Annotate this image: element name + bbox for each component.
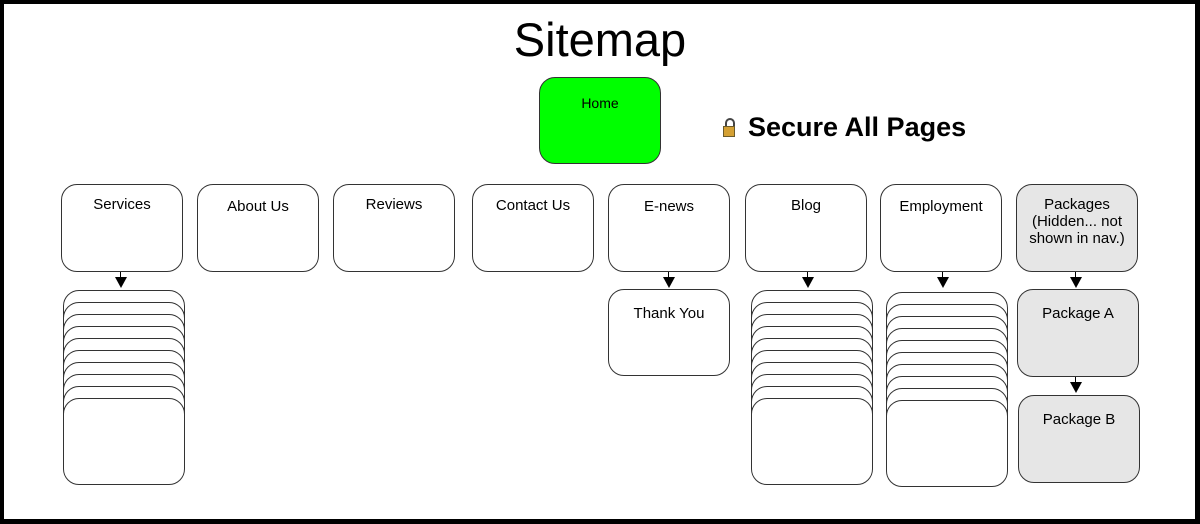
node-about-us[interactable]: About Us xyxy=(197,184,319,272)
node-label: Packages (Hidden... not shown in nav.) xyxy=(1017,185,1137,247)
page-title: Sitemap xyxy=(513,13,687,66)
node-services[interactable]: Services xyxy=(61,184,183,272)
services-child-page-card[interactable] xyxy=(63,398,185,485)
node-employment[interactable]: Employment xyxy=(880,184,1002,272)
node-label: Services xyxy=(93,196,151,213)
node-contact-us[interactable]: Contact Us xyxy=(472,184,594,272)
node-label-line: (Hidden... not xyxy=(1031,213,1123,230)
blog-child-page-card[interactable] xyxy=(751,398,873,485)
node-packages-hidden[interactable]: Packages (Hidden... not shown in nav.) xyxy=(1016,184,1138,272)
node-label: Blog xyxy=(790,197,822,214)
node-thank-you[interactable]: Thank You xyxy=(608,289,730,376)
node-blog[interactable]: Blog xyxy=(745,184,867,272)
employment-child-page-card[interactable] xyxy=(886,400,1008,487)
arrow-down-icon xyxy=(1070,272,1082,290)
arrow-down-icon xyxy=(802,272,814,290)
node-label: Thank You xyxy=(633,305,705,322)
node-label: Package A xyxy=(1042,305,1114,322)
node-label: E-news xyxy=(643,198,695,215)
node-label: Employment xyxy=(899,198,983,215)
node-label-line: Packages xyxy=(1044,196,1110,213)
node-label: Home xyxy=(581,95,619,111)
node-e-news[interactable]: E-news xyxy=(608,184,730,272)
node-label-line: shown in nav.) xyxy=(1029,230,1125,247)
node-label: About Us xyxy=(227,198,289,215)
arrow-down-icon xyxy=(115,272,127,290)
node-reviews[interactable]: Reviews xyxy=(333,184,455,272)
arrow-down-icon xyxy=(663,272,675,290)
secure-note: Secure All Pages xyxy=(722,110,966,144)
arrow-down-icon xyxy=(937,272,949,290)
node-label: Package B xyxy=(1042,411,1116,428)
node-label: Reviews xyxy=(365,196,423,213)
secure-note-text: Secure All Pages xyxy=(748,111,967,142)
arrow-down-icon xyxy=(1070,377,1082,395)
lock-icon xyxy=(722,117,736,137)
node-label: Contact Us xyxy=(495,197,571,214)
node-package-b[interactable]: Package B xyxy=(1018,395,1140,483)
node-home[interactable]: Home xyxy=(539,77,661,164)
node-package-a[interactable]: Package A xyxy=(1017,289,1139,377)
